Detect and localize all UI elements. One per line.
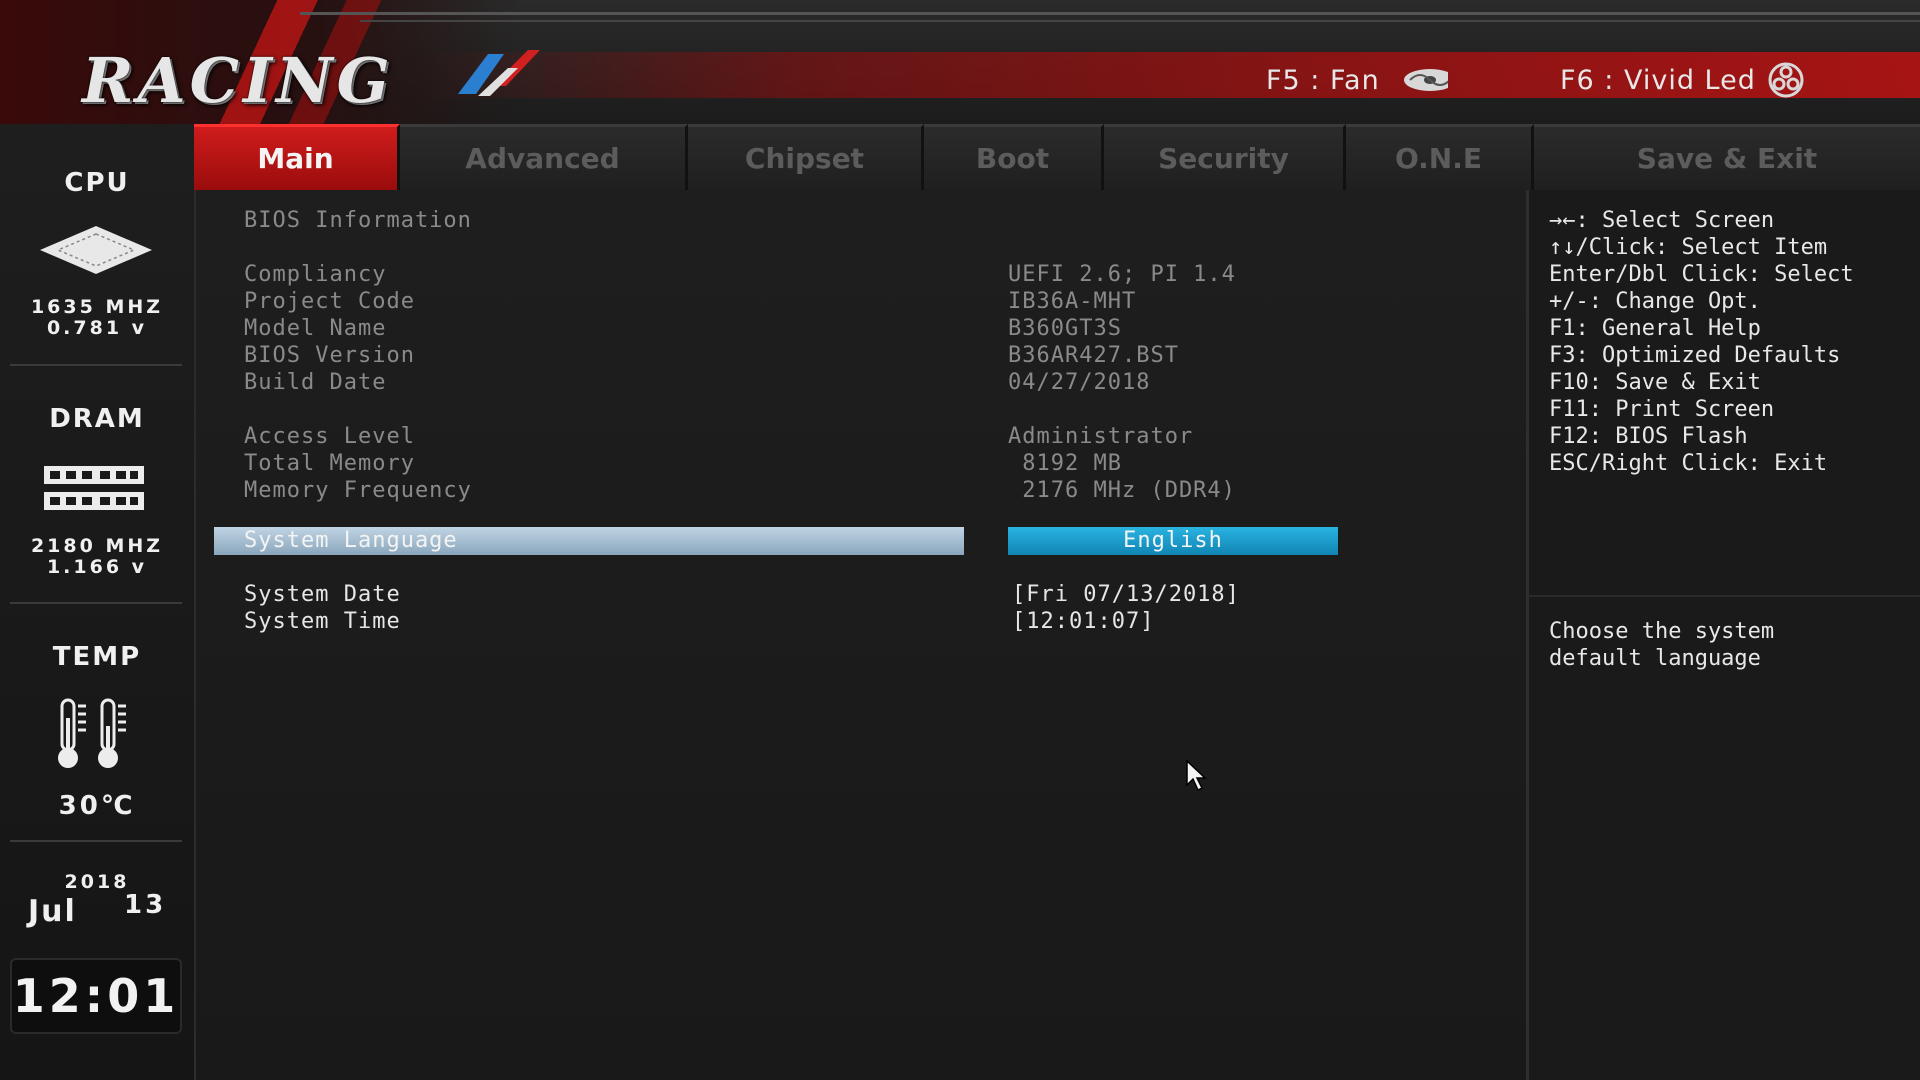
vivid-led-hotkey-label: F6 : Vivid Led bbox=[1560, 64, 1756, 96]
info-label-project-code: Project Code bbox=[244, 289, 415, 314]
info-value-bios-version: B36AR427.BST bbox=[1008, 343, 1179, 368]
info-value-compliancy: UEFI 2.6; PI 1.4 bbox=[1008, 262, 1236, 287]
help-description-line-2: default language bbox=[1549, 646, 1761, 671]
info-label-compliancy: Compliancy bbox=[244, 262, 387, 287]
help-key-optimized-defaults: F3: Optimized Defaults bbox=[1549, 343, 1841, 368]
sidebar-divider bbox=[10, 840, 182, 842]
system-time-field[interactable]: [12:01:07] bbox=[1012, 608, 1154, 635]
help-key-select-screen: →←: Select Screen bbox=[1549, 208, 1775, 233]
tab-main[interactable]: Main bbox=[194, 124, 400, 190]
dram-module-icon bbox=[44, 466, 144, 510]
tab-chipset[interactable]: Chipset bbox=[688, 124, 924, 190]
dram-frequency: 2180 MHZ bbox=[30, 535, 164, 557]
led-icon bbox=[1768, 62, 1804, 98]
header-bar: RACING F5 : Fan F6 : Vivid Led bbox=[0, 0, 1920, 124]
help-key-select: Enter/Dbl Click: Select bbox=[1549, 262, 1854, 287]
help-key-print-screen: F11: Print Screen bbox=[1549, 397, 1775, 422]
help-panel: →←: Select Screen ↑↓/Click: Select Item … bbox=[1526, 190, 1920, 1080]
cpu-chip-icon bbox=[40, 226, 152, 274]
sidebar-divider bbox=[10, 602, 182, 604]
info-value-model-name: B360GT3S bbox=[1008, 316, 1122, 341]
help-key-exit: ESC/Right Click: Exit bbox=[1549, 451, 1828, 476]
hardware-monitor-sidebar: CPU 1635 MHZ 0.781 v DRAM 2180 MHZ 1.166… bbox=[0, 124, 194, 1080]
tab-save-exit[interactable]: Save & Exit bbox=[1534, 124, 1920, 190]
temperature-value: 30℃ bbox=[58, 791, 136, 821]
info-value-build-date: 04/27/2018 bbox=[1008, 370, 1151, 395]
help-key-select-item: ↑↓/Click: Select Item bbox=[1549, 235, 1828, 260]
dram-voltage: 1.166 v bbox=[46, 556, 148, 578]
help-key-general-help: F1: General Help bbox=[1549, 316, 1761, 341]
fan-icon bbox=[1403, 69, 1448, 91]
tab-advanced[interactable]: Advanced bbox=[400, 124, 688, 190]
header-line bbox=[300, 12, 1920, 15]
sidebar-divider bbox=[10, 364, 182, 366]
header-line-2 bbox=[360, 20, 1920, 22]
racing-logo: RACING bbox=[82, 44, 394, 117]
system-language-select[interactable]: English bbox=[1008, 527, 1338, 555]
vivid-led-hotkey[interactable]: F6 : Vivid Led bbox=[1560, 62, 1804, 98]
date-month: Jul bbox=[28, 894, 77, 929]
temp-title: TEMP bbox=[52, 642, 142, 672]
info-value-access-level: Administrator bbox=[1008, 424, 1194, 449]
help-divider bbox=[1529, 595, 1920, 597]
fan-hotkey-label: F5 : Fan bbox=[1266, 64, 1380, 96]
dram-title: DRAM bbox=[49, 404, 145, 434]
help-description-line-1: Choose the system bbox=[1549, 619, 1775, 644]
racing-logo-mark-icon bbox=[458, 50, 540, 96]
mouse-cursor-icon bbox=[1186, 760, 1207, 792]
info-label-build-date: Build Date bbox=[244, 370, 387, 395]
date-day: 13 bbox=[124, 890, 167, 920]
info-value-total-memory: 8192 MB bbox=[1008, 451, 1122, 476]
cpu-title: CPU bbox=[64, 168, 130, 198]
tab-bar: Main Advanced Chipset Boot Security O.N.… bbox=[194, 124, 1920, 190]
cpu-voltage: 0.781 v bbox=[46, 317, 148, 339]
info-label-bios-version: BIOS Version bbox=[244, 343, 415, 368]
info-value-memory-frequency: 2176 MHz (DDR4) bbox=[1008, 478, 1236, 503]
section-title: BIOS Information bbox=[244, 208, 472, 233]
system-date-field[interactable]: [Fri 07/13/2018] bbox=[1012, 581, 1240, 608]
help-key-bios-flash: F12: BIOS Flash bbox=[1549, 424, 1748, 449]
main-settings-panel: BIOS Information Compliancy UEFI 2.6; PI… bbox=[194, 190, 1526, 1080]
info-label-access-level: Access Level bbox=[244, 424, 415, 449]
thermometer-icon bbox=[58, 698, 126, 768]
tab-one[interactable]: O.N.E bbox=[1346, 124, 1534, 190]
info-value-project-code: IB36A-MHT bbox=[1008, 289, 1137, 314]
info-label-model-name: Model Name bbox=[244, 316, 387, 341]
help-key-save-exit: F10: Save & Exit bbox=[1549, 370, 1761, 395]
tab-security[interactable]: Security bbox=[1104, 124, 1346, 190]
info-label-memory-frequency: Memory Frequency bbox=[244, 478, 472, 503]
info-label-total-memory: Total Memory bbox=[244, 451, 415, 476]
help-key-change-opt: +/-: Change Opt. bbox=[1549, 289, 1761, 314]
clock-display: 12:01 bbox=[10, 958, 182, 1034]
system-language-label: System Language bbox=[244, 528, 458, 553]
tab-boot[interactable]: Boot bbox=[924, 124, 1104, 190]
system-date-label: System Date bbox=[244, 582, 401, 607]
fan-hotkey[interactable]: F5 : Fan bbox=[1266, 62, 1448, 98]
cpu-frequency: 1635 MHZ bbox=[30, 296, 164, 318]
system-time-label: System Time bbox=[244, 609, 401, 634]
